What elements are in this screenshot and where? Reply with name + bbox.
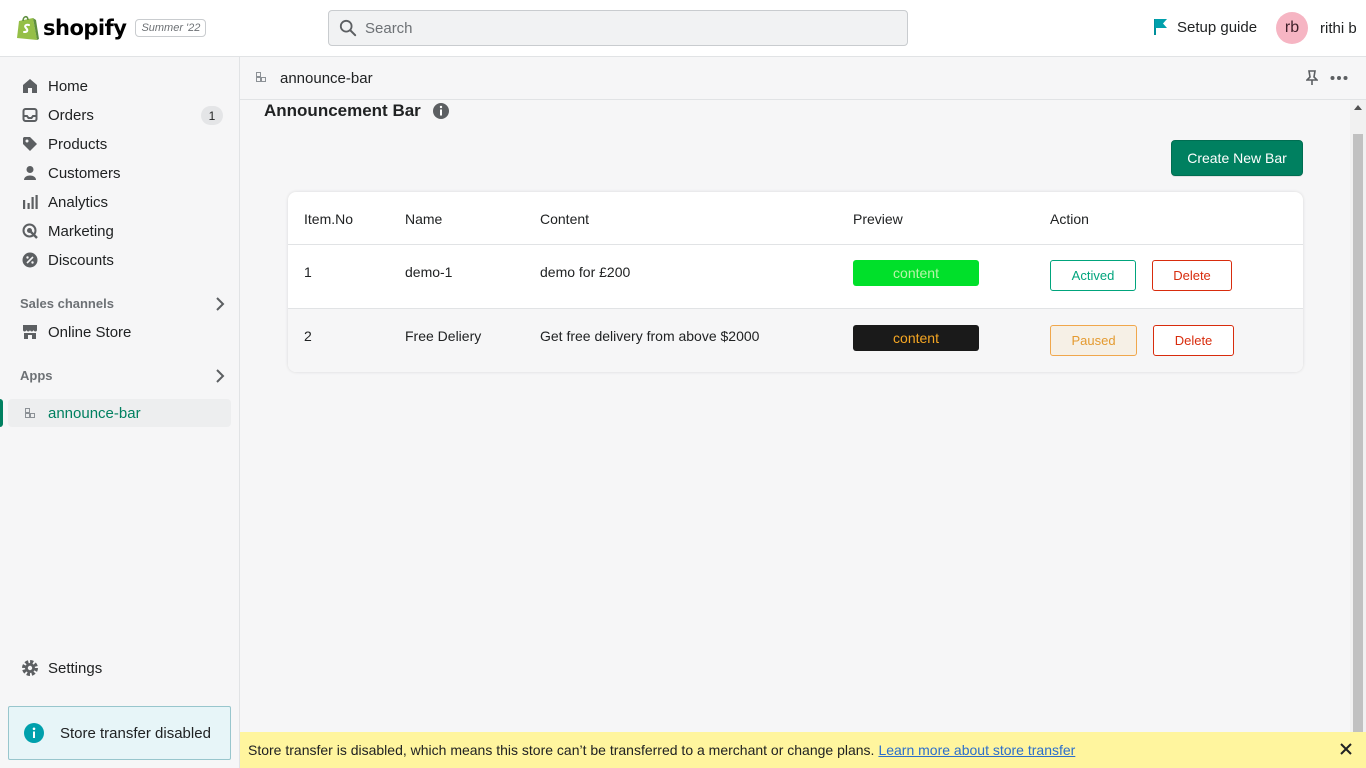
- sidebar-item-settings[interactable]: Settings: [8, 654, 231, 682]
- discount-icon: [20, 250, 40, 270]
- learn-more-link[interactable]: Learn more about store transfer: [878, 742, 1075, 758]
- bars-table: Item.No Name Content Preview Action 1 de…: [288, 192, 1303, 372]
- scroll-thumb[interactable]: [1353, 134, 1363, 732]
- bar-preview: content: [853, 325, 979, 351]
- column-header: Action: [1050, 211, 1089, 227]
- pin-icon[interactable]: [1306, 70, 1318, 86]
- search-bar[interactable]: [328, 10, 908, 46]
- bar-content: Get free delivery from above $2000: [540, 328, 760, 344]
- chevron-right-icon: [216, 296, 225, 311]
- item-number: 1: [304, 264, 312, 280]
- close-icon[interactable]: [1339, 742, 1353, 756]
- active-indicator: [0, 399, 3, 427]
- main-content: Announcement Bar Create New Bar Item.No …: [240, 100, 1350, 732]
- sidebar-item-marketing[interactable]: Marketing: [8, 217, 231, 245]
- status-toggle-button[interactable]: Actived: [1050, 260, 1136, 291]
- column-header: Name: [405, 211, 443, 227]
- sidebar-item-label: Settings: [48, 659, 103, 677]
- sales-channels-label: Sales channels: [20, 296, 114, 311]
- app-icon: [20, 403, 40, 423]
- shopify-bag-icon: [16, 14, 40, 42]
- store-transfer-notice: Store transfer disabled: [8, 706, 231, 760]
- user-name: rithi b: [1320, 19, 1357, 37]
- tag-icon: [20, 134, 40, 154]
- avatar: rb: [1276, 12, 1308, 44]
- page-title: Announcement Bar: [264, 101, 421, 120]
- sidebar-item-label: Products: [48, 135, 108, 153]
- info-icon: [24, 723, 44, 743]
- person-icon: [20, 163, 40, 183]
- sidebar-item-label: announce-bar: [48, 404, 141, 422]
- sidebar-item-online-store[interactable]: Online Store: [8, 318, 231, 346]
- sidebar-item-label: Customers: [48, 164, 121, 182]
- store-transfer-banner: Store transfer is disabled, which means …: [240, 732, 1366, 768]
- sidebar-item-announce-bar[interactable]: announce-bar: [8, 399, 231, 427]
- status-toggle-button[interactable]: Paused: [1050, 325, 1137, 356]
- flag-icon: [1154, 19, 1167, 35]
- sidebar-item-home[interactable]: Home: [8, 72, 231, 100]
- target-icon: [20, 221, 40, 241]
- store-transfer-label: Store transfer disabled: [60, 724, 211, 742]
- home-icon: [20, 76, 40, 96]
- sidebar: Home Orders 1 Products Customers Analyti…: [0, 57, 240, 768]
- app-title: announce-bar: [280, 70, 373, 87]
- scrollbar[interactable]: [1350, 100, 1366, 732]
- delete-button[interactable]: Delete: [1152, 260, 1232, 291]
- chevron-right-icon: [216, 368, 225, 383]
- shopify-logo[interactable]: shopify Summer '22: [16, 14, 207, 42]
- brand-name: shopify: [43, 16, 127, 40]
- setup-guide-label: Setup guide: [1177, 18, 1258, 36]
- sidebar-item-analytics[interactable]: Analytics: [8, 188, 231, 216]
- apps-header[interactable]: Apps: [20, 368, 225, 383]
- banner-text: Store transfer is disabled, which means …: [248, 742, 875, 758]
- setup-guide-button[interactable]: Setup guide: [1153, 18, 1257, 36]
- orders-icon: [20, 105, 40, 125]
- table-row: 2 Free Deliery Get free delivery from ab…: [288, 309, 1303, 372]
- sales-channels-header[interactable]: Sales channels: [20, 296, 225, 311]
- delete-button[interactable]: Delete: [1153, 325, 1234, 356]
- edition-badge: Summer '22: [135, 19, 207, 37]
- sidebar-item-label: Marketing: [48, 222, 114, 240]
- sidebar-item-discounts[interactable]: Discounts: [8, 246, 231, 274]
- app-header: announce-bar: [240, 57, 1366, 100]
- sidebar-item-orders[interactable]: Orders 1: [8, 101, 231, 129]
- sidebar-item-label: Online Store: [48, 323, 132, 341]
- bar-name: Free Deliery: [405, 328, 482, 344]
- column-header: Item.No: [304, 211, 354, 227]
- create-new-bar-button[interactable]: Create New Bar: [1171, 140, 1303, 176]
- info-icon[interactable]: [432, 102, 450, 120]
- apps-label: Apps: [20, 368, 53, 383]
- column-header: Content: [540, 211, 590, 227]
- bar-content: demo for £200: [540, 264, 631, 280]
- sidebar-item-label: Orders: [48, 106, 94, 124]
- search-input[interactable]: [365, 19, 865, 37]
- top-bar: shopify Summer '22 Setup guide rb rithi …: [0, 0, 1366, 57]
- orders-count-badge: 1: [201, 106, 223, 125]
- more-options-icon[interactable]: [1330, 70, 1348, 86]
- sidebar-item-label: Home: [48, 77, 89, 95]
- column-header: Preview: [853, 211, 903, 227]
- bar-name: demo-1: [405, 264, 453, 280]
- bar-preview: content: [853, 260, 979, 286]
- app-icon: [256, 72, 266, 82]
- bar-chart-icon: [20, 192, 40, 212]
- gear-icon: [20, 658, 40, 678]
- sidebar-item-products[interactable]: Products: [8, 130, 231, 158]
- sidebar-item-label: Discounts: [48, 251, 114, 269]
- scroll-up-arrow-icon[interactable]: [1354, 105, 1362, 110]
- sidebar-item-customers[interactable]: Customers: [8, 159, 231, 187]
- table-row: 1 demo-1 demo for £200 content Actived D…: [288, 245, 1303, 309]
- item-number: 2: [304, 328, 312, 344]
- sidebar-item-label: Analytics: [48, 193, 109, 211]
- table-header-row: Item.No Name Content Preview Action: [288, 192, 1303, 245]
- user-menu[interactable]: rb rithi b: [1276, 12, 1357, 44]
- store-icon: [20, 322, 40, 342]
- search-icon: [339, 19, 357, 37]
